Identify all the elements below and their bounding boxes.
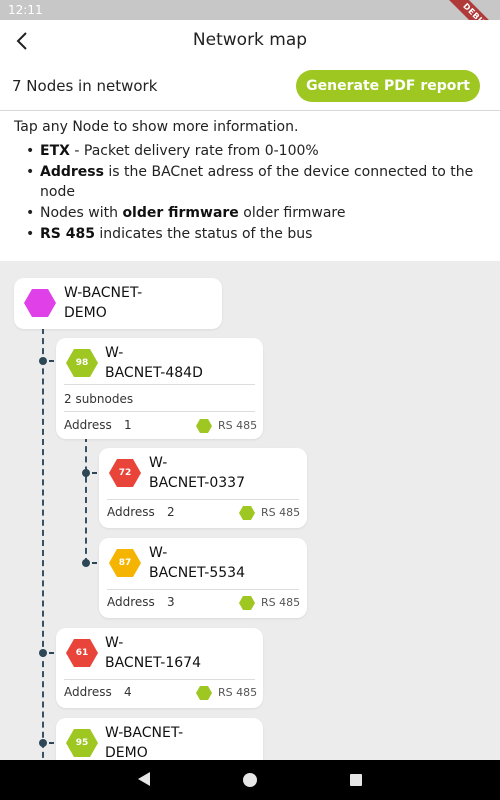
tree-dot	[39, 739, 47, 747]
rs485-label: RS 485	[218, 686, 258, 699]
address-label: Address	[107, 595, 155, 609]
node-name: W-BACNET- DEMO	[64, 285, 143, 321]
card-divider	[107, 499, 299, 500]
page-title: Network map	[192, 30, 308, 50]
info-item-rs485: RS 485 indicates the status of the bus	[26, 224, 486, 244]
info-term: Address	[40, 164, 104, 180]
tree-dash	[92, 562, 97, 564]
node-card[interactable]: 87 W- BACNET-5534 Address 3 RS 485	[99, 538, 307, 618]
tree-dash	[49, 742, 54, 744]
address-value: 1	[124, 418, 132, 432]
tree-dot	[82, 559, 90, 567]
info-list: ETX - Packet delivery rate from 0-100% A…	[14, 141, 486, 244]
etx-badge: 61	[66, 639, 98, 667]
network-tree: W-BACNET- DEMO 98 W- BACNET-484D 2 subno…	[0, 262, 500, 760]
info-desc: is the BACnet adress of the device conne…	[40, 164, 474, 200]
info-item-etx: ETX - Packet delivery rate from 0-100%	[26, 141, 486, 161]
info-desc: - Packet delivery rate from 0-100%	[69, 143, 319, 159]
etx-badge: 98	[66, 349, 98, 377]
address-value: 3	[167, 595, 175, 609]
node-card[interactable]: 98 W- BACNET-484D 2 subnodes Address 1 R…	[56, 338, 263, 439]
rs485-label: RS 485	[261, 596, 301, 609]
info-desc: older firmware	[238, 205, 346, 221]
node-card[interactable]: 61 W- BACNET-1674 Address 4 RS 485	[56, 628, 263, 708]
network-summary: 7 Nodes in network Generate PDF report	[0, 62, 500, 110]
tree-dash	[49, 652, 54, 654]
info-term: RS 485	[40, 226, 95, 242]
status-bar: 12:11	[0, 0, 500, 20]
node-count: 7 Nodes in network	[12, 77, 158, 95]
rs485-label: RS 485	[261, 506, 301, 519]
tree-dot	[82, 469, 90, 477]
rs485-status-icon	[239, 506, 255, 520]
tree-dash	[92, 472, 97, 474]
card-divider	[64, 679, 255, 680]
address-label: Address	[64, 685, 112, 699]
card-divider	[64, 384, 255, 385]
tree-dash	[49, 360, 54, 362]
root-node-card[interactable]: W-BACNET- DEMO	[14, 278, 222, 329]
address-label: Address	[64, 418, 112, 432]
address-label: Address	[107, 505, 155, 519]
info-panel: Tap any Node to show more information. E…	[0, 111, 500, 261]
etx-badge: 72	[109, 459, 141, 487]
nav-back-icon[interactable]	[138, 772, 150, 786]
subnode-count: 2 subnodes	[64, 392, 134, 406]
app-bar: Network map	[0, 20, 500, 62]
tree-line	[85, 436, 87, 564]
system-nav-bar	[0, 760, 500, 800]
node-name: W-BACNET- DEMO	[105, 725, 184, 760]
node-name: W- BACNET-484D	[105, 345, 203, 381]
rs485-status-icon	[196, 419, 212, 433]
rs485-status-icon	[239, 596, 255, 610]
tree-dot	[39, 649, 47, 657]
node-hexagon-icon	[24, 289, 56, 317]
info-term: older firmware	[122, 205, 239, 221]
card-divider	[64, 411, 255, 412]
info-item-firmware: Nodes with older firmware older firmware	[26, 203, 486, 223]
etx-badge: 95	[66, 729, 98, 757]
rs485-label: RS 485	[218, 419, 258, 432]
nav-home-icon[interactable]	[243, 773, 257, 787]
etx-badge: 87	[109, 549, 141, 577]
info-term: ETX	[40, 143, 70, 159]
node-name: W- BACNET-1674	[105, 635, 201, 671]
node-name: W- BACNET-0337	[149, 455, 245, 491]
nav-recents-icon[interactable]	[350, 774, 362, 786]
node-name: W- BACNET-5534	[149, 545, 245, 581]
address-value: 2	[167, 505, 175, 519]
node-card[interactable]: 95 W-BACNET- DEMO	[56, 718, 263, 760]
node-card[interactable]: 72 W- BACNET-0337 Address 2 RS 485	[99, 448, 307, 528]
tree-dot	[39, 357, 47, 365]
generate-pdf-button[interactable]: Generate PDF report	[296, 70, 480, 102]
tree-line	[42, 328, 44, 760]
info-item-address: Address is the BACnet adress of the devi…	[26, 162, 486, 202]
info-intro: Tap any Node to show more information.	[14, 119, 299, 135]
status-time: 12:11	[8, 3, 43, 17]
address-value: 4	[124, 685, 132, 699]
rs485-status-icon	[196, 686, 212, 700]
info-desc: indicates the status of the bus	[94, 226, 313, 242]
info-prefix: Nodes with	[40, 205, 123, 221]
card-divider	[107, 589, 299, 590]
